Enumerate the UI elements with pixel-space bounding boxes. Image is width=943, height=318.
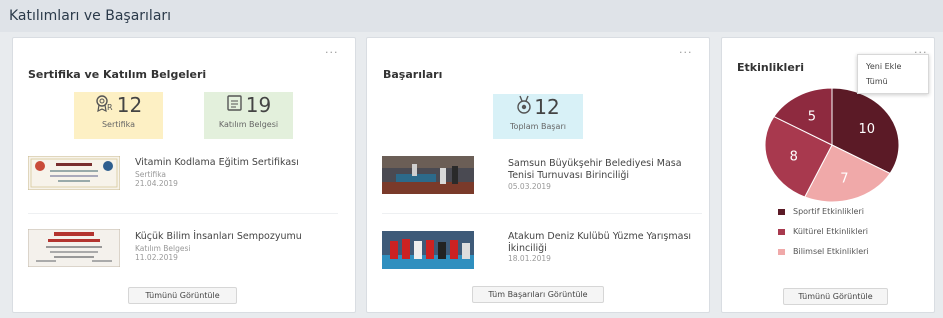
achievement-item-date: 05.03.2019 xyxy=(508,182,551,191)
certificate-icon: R xyxy=(95,94,115,116)
legend-label: Bilimsel Etkinlikleri xyxy=(793,247,869,256)
achievement-photo xyxy=(382,231,474,273)
achievement-item-title: Samsun Büyükşehir Belediyesi Masa Tenisi… xyxy=(508,158,682,181)
achievement-stat[interactable]: 12 Toplam Başarı xyxy=(493,94,583,139)
participation-stat[interactable]: 19 Katılım Belgesi xyxy=(204,92,293,139)
certificate-list-item[interactable]: Küçük Bilim İnsanları Sempozyumu Katılım… xyxy=(27,228,338,271)
achievement-label: Toplam Başarı xyxy=(510,122,566,131)
certificate-item-title: Küçük Bilim İnsanları Sempozyumu xyxy=(135,231,302,242)
legend-label: Sportif Etkinlikleri xyxy=(793,207,864,216)
certificate-item-date: 11.02.2019 xyxy=(135,253,178,262)
certificate-item-title: Vitamin Kodlama Eğitim Sertifikası xyxy=(135,157,299,168)
legend-swatch xyxy=(778,228,785,235)
certificate-label: Sertifika xyxy=(101,120,136,129)
divider xyxy=(28,213,338,214)
achievement-item-title: Atakum Deniz Kulübü Yüzme Yarışması İkin… xyxy=(508,231,692,254)
participation-label: Katılım Belgesi xyxy=(218,120,279,129)
legend-item: Sportif Etkinlikleri xyxy=(778,207,864,216)
view-all-activities-button[interactable]: Tümünü Görüntüle xyxy=(783,288,888,305)
certificate-count: 12 xyxy=(116,93,143,117)
medal-icon xyxy=(516,95,532,119)
certificate-stat[interactable]: R 12 Sertifika xyxy=(74,92,163,139)
activities-dropdown-menu: Yeni Ekle Tümü xyxy=(857,54,929,94)
dropdown-item-add-new[interactable]: Yeni Ekle xyxy=(858,59,928,74)
slice-value-label: 5 xyxy=(808,109,816,124)
achievement-list-item[interactable]: Atakum Deniz Kulübü Yüzme Yarışması İkin… xyxy=(382,231,702,273)
achievements-card: ... Başarıları 12 Toplam Başarı Samsun B… xyxy=(366,37,710,313)
participation-count: 19 xyxy=(245,93,272,117)
achievements-title: Başarıları xyxy=(383,68,443,81)
document-icon xyxy=(226,94,244,116)
slice-value-label: 7 xyxy=(840,171,848,186)
certificate-list-item[interactable]: Vitamin Kodlama Eğitim Sertifikası Serti… xyxy=(27,155,338,198)
certificates-menu-icon[interactable]: ... xyxy=(325,43,339,56)
certificate-thumbnail xyxy=(27,228,121,271)
activities-pie-chart: 10 7 8 5 xyxy=(764,87,900,203)
legend-item: Kültürel Etkinlikleri xyxy=(778,227,868,236)
achievement-list-item[interactable]: Samsun Büyükşehir Belediyesi Masa Tenisi… xyxy=(382,156,702,198)
certificate-item-type: Katılım Belgesi xyxy=(135,244,191,253)
view-all-certificates-button[interactable]: Tümünü Görüntüle xyxy=(128,287,237,304)
certificates-title: Sertifika ve Katılım Belgeleri xyxy=(28,68,207,81)
activities-title: Etkinlikleri xyxy=(737,61,804,74)
achievements-menu-icon[interactable]: ... xyxy=(679,43,693,56)
certificate-thumbnail xyxy=(27,155,121,194)
svg-text:R: R xyxy=(107,103,113,112)
certificate-item-type: Sertifika xyxy=(135,170,167,179)
achievement-item-date: 18.01.2019 xyxy=(508,254,551,263)
legend-swatch xyxy=(778,208,785,215)
legend-label: Kültürel Etkinlikleri xyxy=(793,227,868,236)
achievement-count: 12 xyxy=(534,95,560,119)
page-header: Katılımları ve Başarıları xyxy=(0,0,943,32)
view-all-achievements-button[interactable]: Tüm Başarıları Görüntüle xyxy=(472,286,604,303)
page-title: Katılımları ve Başarıları xyxy=(9,8,172,24)
slice-value-label: 8 xyxy=(790,150,798,165)
certificate-item-date: 21.04.2019 xyxy=(135,179,178,188)
slice-value-label: 10 xyxy=(859,122,876,137)
achievement-photo xyxy=(382,156,474,198)
dropdown-item-all[interactable]: Tümü xyxy=(858,74,928,89)
divider xyxy=(382,213,702,214)
legend-item: Bilimsel Etkinlikleri xyxy=(778,247,869,256)
legend-swatch xyxy=(778,248,785,255)
certificates-card: ... Sertifika ve Katılım Belgeleri R 12 … xyxy=(12,37,356,313)
